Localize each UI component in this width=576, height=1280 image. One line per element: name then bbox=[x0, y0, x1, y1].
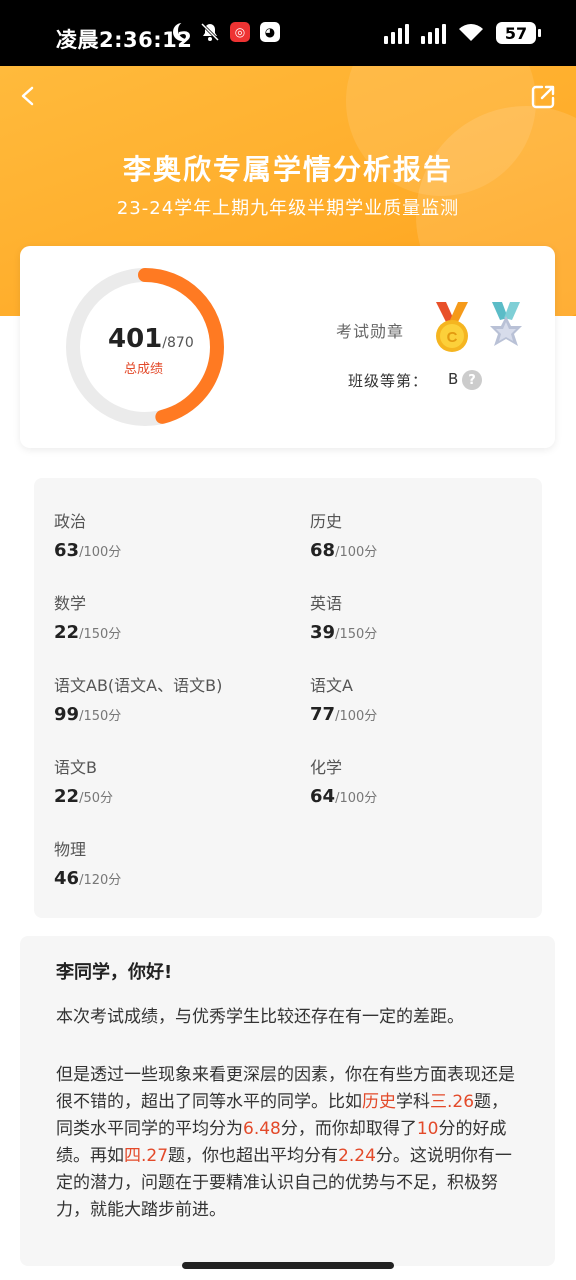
subject-scores-panel: 政治 63/100分 历史 68/100分 数学 22/150分 英语 39/150分 … bbox=[34, 478, 542, 918]
subject-chemistry: 化学 64/100分 bbox=[310, 758, 378, 807]
signal-icon bbox=[384, 22, 409, 44]
subject-chinese-a: 语文A 77/100分 bbox=[310, 676, 378, 725]
subject-chinese-ab: 语文AB(语文A、语文B) 99/150分 bbox=[54, 676, 223, 725]
signal-icon-2 bbox=[421, 22, 446, 44]
page-subtitle: 23-24学年上期九年级半期学业质量监测 bbox=[116, 198, 460, 219]
total-score-label: 总成绩 bbox=[124, 362, 164, 377]
letter-paragraph-1: 本次考试成绩，与优秀学生比较还存在有一定的差距。 bbox=[56, 1007, 464, 1027]
silver-star-medal-icon[interactable] bbox=[486, 302, 526, 354]
rank-label: 班级等第： bbox=[348, 372, 429, 390]
gold-medal-c-icon[interactable]: C bbox=[432, 302, 472, 354]
rank-value: B bbox=[448, 370, 459, 388]
netease-music-icon: ◎ bbox=[230, 22, 250, 42]
svg-text:C: C bbox=[447, 329, 458, 346]
letter-paragraph-2: 但是透过一些现象来看更深层的因素，你在有些方面表现还是很不错的，超出了同等水平的… bbox=[56, 1065, 515, 1220]
subject-math: 数学 22/150分 bbox=[54, 594, 122, 643]
subject-english: 英语 39/150分 bbox=[310, 594, 378, 643]
status-bar: 凌晨2:36:12 ◎ ◕ 57 bbox=[0, 0, 576, 66]
subject-history: 历史 68/100分 bbox=[310, 512, 378, 561]
subject-politics: 政治 63/100分 bbox=[54, 512, 122, 561]
qq-icon: ◕ bbox=[260, 22, 280, 42]
subject-physics: 物理 46/120分 bbox=[54, 840, 122, 889]
share-icon[interactable] bbox=[530, 84, 556, 110]
moon-icon bbox=[178, 21, 196, 39]
battery-indicator: 57 bbox=[496, 22, 541, 44]
medal-label: 考试勋章 bbox=[336, 322, 405, 341]
rank-help-icon[interactable]: ? bbox=[462, 370, 482, 390]
subject-chinese-b: 语文B 22/50分 bbox=[54, 758, 113, 807]
bell-off-icon bbox=[200, 22, 220, 42]
total-score: 401/870 bbox=[108, 324, 194, 354]
score-card: 401/870 总成绩 考试勋章 C 班级等第： B ? bbox=[20, 246, 555, 448]
page-title: 李奥欣专属学情分析报告 bbox=[122, 153, 453, 186]
wifi-icon bbox=[459, 24, 483, 41]
feedback-letter: 李同学，你好! 本次考试成绩，与优秀学生比较还存在有一定的差距。 但是透过一些现… bbox=[20, 936, 555, 1266]
home-indicator[interactable] bbox=[182, 1262, 394, 1269]
back-arrow-icon[interactable] bbox=[18, 86, 38, 106]
letter-greeting: 李同学，你好! bbox=[56, 962, 173, 983]
